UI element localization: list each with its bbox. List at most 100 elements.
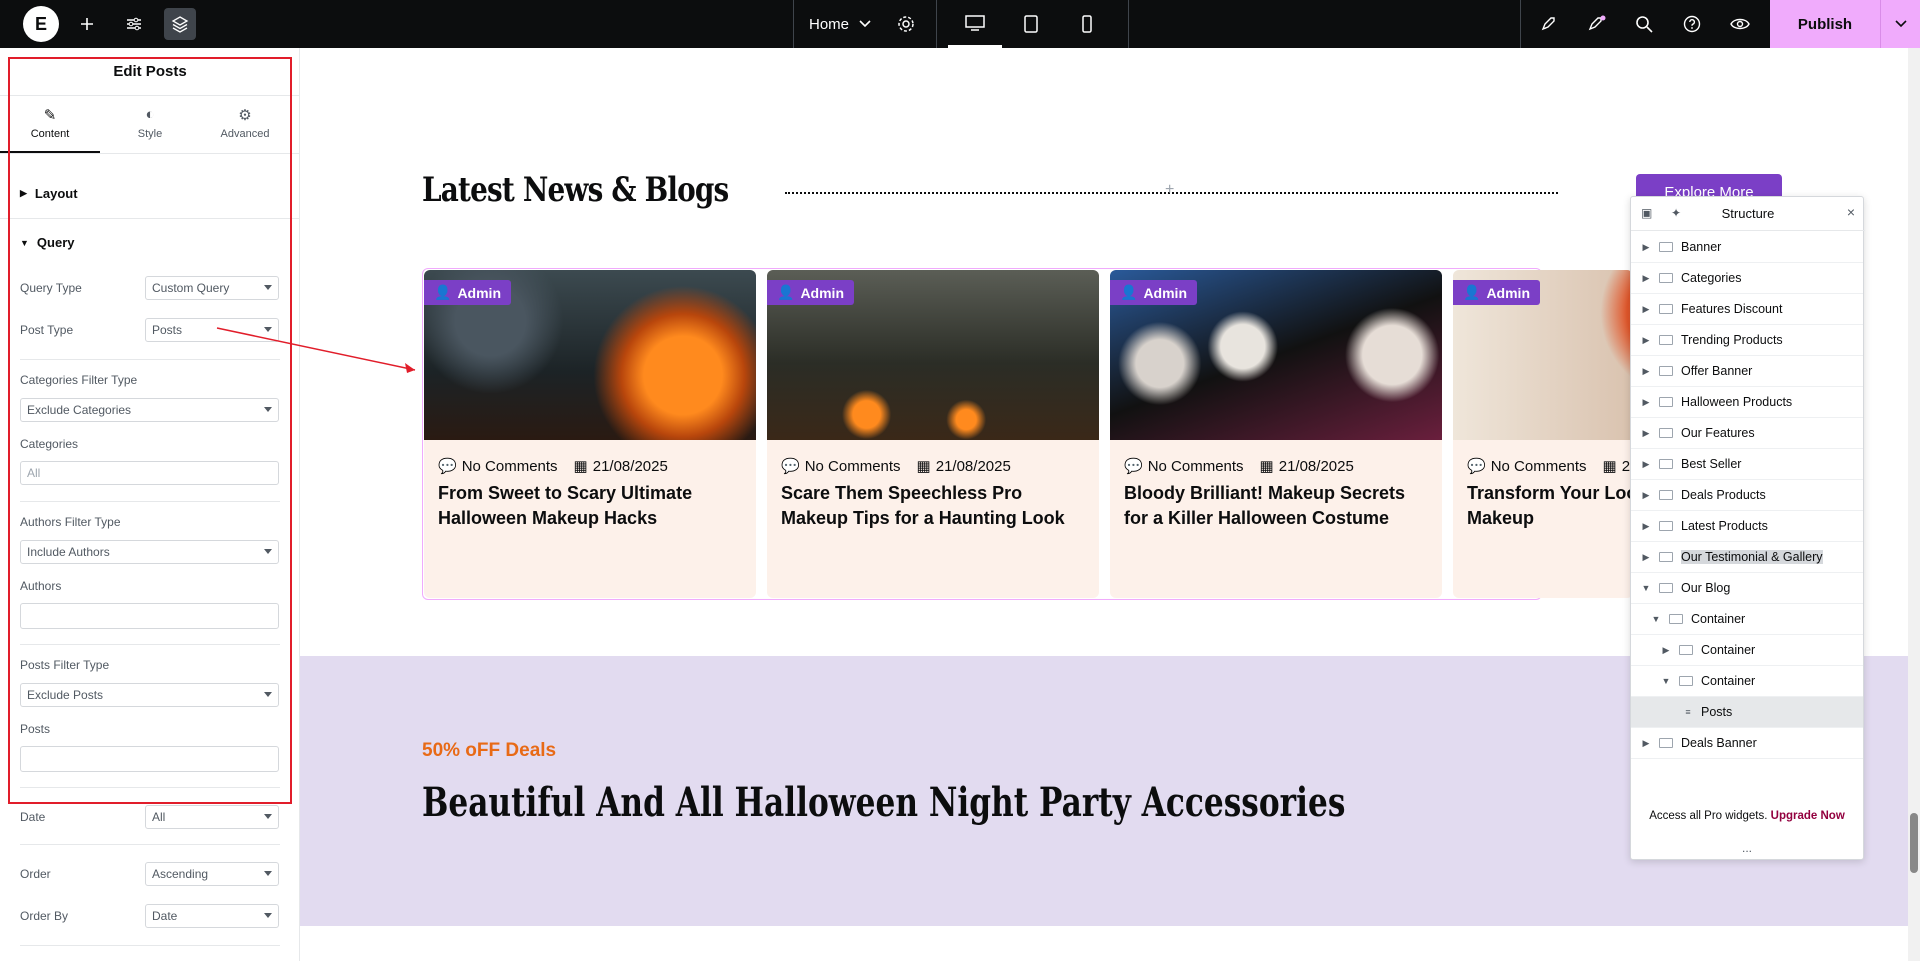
caret-down-icon[interactable]: ▼: [1651, 614, 1661, 624]
post-type-select[interactable]: Posts: [145, 318, 279, 342]
structure-item[interactable]: ▶ Deals Banner: [1631, 728, 1863, 759]
collapse-all-icon[interactable]: ▣: [1641, 206, 1652, 220]
date-select[interactable]: All: [145, 805, 279, 829]
caret-right-icon: ▶: [20, 188, 27, 198]
structure-item-label: Latest Products: [1681, 519, 1768, 533]
structure-item[interactable]: ▶ Latest Products: [1631, 511, 1863, 542]
comments-text: No Comments: [461, 457, 558, 475]
caret-down-icon[interactable]: ▼: [1661, 676, 1671, 686]
section-query-toggle[interactable]: ▼ Query: [20, 235, 75, 250]
divider: [20, 787, 280, 788]
post-card[interactable]: 👤 Admin 💬 No Comments ▦ 21/08/2025 Bloody B…: [1110, 270, 1442, 598]
post-title[interactable]: Scare Them Speechless Pro Makeup Tips fo…: [781, 481, 1091, 531]
tab-content[interactable]: ✎ Content: [0, 106, 100, 154]
preview-button[interactable]: [1724, 8, 1756, 40]
caret-right-icon[interactable]: ▶: [1641, 304, 1651, 315]
comments-text: No Comments: [804, 457, 901, 475]
query-type-select[interactable]: Custom Query: [145, 276, 279, 300]
structure-item[interactable]: ▼ Our Blog: [1631, 573, 1863, 604]
mobile-view-button[interactable]: [1060, 0, 1114, 48]
post-card[interactable]: 👤 Admin 💬 No Comments ▦ 21/08/2025 From Swe…: [424, 270, 756, 598]
canvas-scrollbar[interactable]: [1908, 48, 1920, 961]
caret-right-icon[interactable]: ▶: [1641, 521, 1651, 532]
post-card[interactable]: 👤 Admin 💬 No Comments ▦ 21/08/2025 Scare Th…: [767, 270, 1099, 598]
structure-item[interactable]: ▶ Container: [1631, 635, 1863, 666]
container-icon: [1659, 459, 1673, 469]
structure-item-label: Deals Banner: [1681, 736, 1757, 750]
divider: [793, 0, 794, 48]
half-circle-icon: ◐: [145, 106, 155, 123]
structure-item[interactable]: ▶ Our Features: [1631, 418, 1863, 449]
order-by-select[interactable]: Date: [145, 904, 279, 928]
site-settings-button[interactable]: [118, 8, 150, 40]
editor-topbar: E Home Publish: [0, 0, 1920, 48]
caret-down-icon: [264, 327, 272, 332]
post-title[interactable]: Transform Your Look Halloween Makeup: [1467, 481, 1633, 531]
container-icon: [1659, 738, 1673, 748]
scrollbar-thumb[interactable]: [1910, 813, 1918, 873]
categories-filter-type-label: Categories Filter Type: [20, 373, 138, 387]
caret-right-icon[interactable]: ▶: [1641, 428, 1651, 439]
post-date: 21/08/2025: [592, 457, 668, 475]
more-icon[interactable]: ...: [1631, 841, 1863, 855]
caret-down-icon[interactable]: ▼: [1641, 583, 1651, 593]
caret-right-icon[interactable]: ▶: [1641, 738, 1651, 749]
structure-item[interactable]: ▶ Deals Products: [1631, 480, 1863, 511]
caret-right-icon[interactable]: ▶: [1641, 335, 1651, 346]
whats-new-button[interactable]: [1580, 8, 1612, 40]
desktop-view-button[interactable]: [948, 0, 1002, 48]
structure-item[interactable]: ▶ Banner: [1631, 232, 1863, 263]
structure-item-selected[interactable]: ≡ Posts: [1631, 697, 1863, 728]
structure-item[interactable]: ▶ Halloween Products: [1631, 387, 1863, 418]
caret-right-icon[interactable]: ▶: [1641, 397, 1651, 408]
launchpad-button[interactable]: [1532, 8, 1564, 40]
caret-down-icon: [264, 407, 272, 412]
page-selector[interactable]: Home: [809, 0, 871, 48]
caret-right-icon[interactable]: ▶: [1641, 490, 1651, 501]
structure-item[interactable]: ▶ Best Seller: [1631, 449, 1863, 480]
tab-style[interactable]: ◐ Style: [100, 106, 200, 154]
add-element-button[interactable]: [71, 8, 103, 40]
tab-advanced[interactable]: ⚙ Advanced: [195, 106, 295, 154]
categories-filter-type-select[interactable]: Exclude Categories: [20, 398, 279, 422]
structure-item[interactable]: ▼ Container: [1631, 666, 1863, 697]
authors-label: Authors: [20, 579, 62, 593]
structure-item[interactable]: ▶ Our Testimonial & Gallery: [1631, 542, 1863, 573]
publish-button[interactable]: Publish: [1770, 0, 1880, 48]
caret-right-icon[interactable]: ▶: [1661, 645, 1671, 656]
elementor-logo[interactable]: E: [23, 6, 59, 42]
sparkle-icon[interactable]: ✦: [1671, 206, 1681, 220]
structure-item[interactable]: ▶ Trending Products: [1631, 325, 1863, 356]
caret-right-icon[interactable]: ▶: [1641, 459, 1651, 470]
user-icon: 👤: [434, 284, 452, 300]
structure-item[interactable]: ▶ Categories: [1631, 263, 1863, 294]
posts-filter-type-select[interactable]: Exclude Posts: [20, 683, 279, 707]
search-button[interactable]: [1628, 8, 1660, 40]
structure-button[interactable]: [164, 8, 196, 40]
upgrade-link[interactable]: Upgrade Now: [1771, 810, 1845, 822]
upgrade-text: Access all Pro widgets.: [1649, 810, 1768, 822]
close-icon[interactable]: ×: [1847, 204, 1855, 220]
structure-item[interactable]: ▼ Container: [1631, 604, 1863, 635]
caret-right-icon[interactable]: ▶: [1641, 273, 1651, 284]
post-card[interactable]: 👤 Admin 💬No Comments ▦21/08/2025 Transfor…: [1453, 270, 1633, 598]
page-settings-button[interactable]: [890, 8, 922, 40]
help-button[interactable]: [1676, 8, 1708, 40]
caret-right-icon[interactable]: ▶: [1641, 242, 1651, 253]
tablet-view-button[interactable]: [1004, 0, 1058, 48]
order-select[interactable]: Ascending: [145, 862, 279, 886]
caret-right-icon[interactable]: ▶: [1641, 552, 1651, 563]
post-title[interactable]: From Sweet to Scary Ultimate Halloween M…: [438, 481, 748, 531]
structure-item[interactable]: ▶ Offer Banner: [1631, 356, 1863, 387]
structure-item[interactable]: ▶ Features Discount: [1631, 294, 1863, 325]
section-layout-toggle[interactable]: ▶ Layout: [20, 186, 78, 201]
caret-right-icon[interactable]: ▶: [1641, 366, 1651, 377]
posts-input[interactable]: [20, 746, 279, 772]
post-title[interactable]: Bloody Brilliant! Makeup Secrets for a K…: [1124, 481, 1434, 531]
categories-input[interactable]: All: [20, 461, 279, 485]
authors-filter-type-select[interactable]: Include Authors: [20, 540, 279, 564]
section-heading: Latest News & Blogs: [422, 170, 729, 210]
post-date: 21/08/2025: [935, 457, 1011, 475]
publish-options-button[interactable]: [1880, 0, 1920, 48]
authors-input[interactable]: [20, 603, 279, 629]
